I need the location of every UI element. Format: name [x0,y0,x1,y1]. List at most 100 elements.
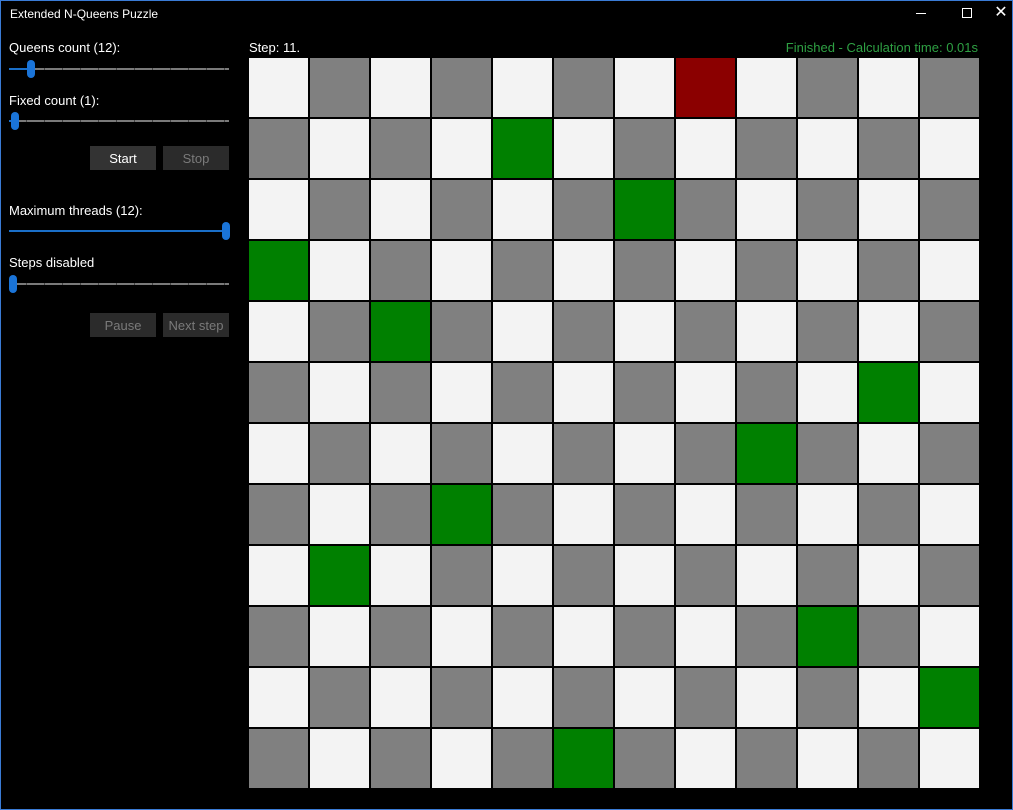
fixed-queen-cell[interactable] [675,57,736,118]
board-cell[interactable] [919,484,980,545]
board-cell[interactable] [675,667,736,728]
queen-cell[interactable] [370,301,431,362]
board-cell[interactable] [919,301,980,362]
board-cell[interactable] [614,484,675,545]
board-cell[interactable] [675,362,736,423]
board-cell[interactable] [919,606,980,667]
board-cell[interactable] [431,362,492,423]
board-cell[interactable] [675,301,736,362]
slider-thumb[interactable] [27,60,35,78]
board-cell[interactable] [492,301,553,362]
board-cell[interactable] [614,728,675,789]
board-cell[interactable] [736,57,797,118]
board-cell[interactable] [797,484,858,545]
board-cell[interactable] [675,179,736,240]
board-cell[interactable] [248,667,309,728]
board-cell[interactable] [370,57,431,118]
queen-cell[interactable] [248,240,309,301]
board-cell[interactable] [553,57,614,118]
board-cell[interactable] [858,57,919,118]
board-cell[interactable] [248,423,309,484]
board-cell[interactable] [553,301,614,362]
board-cell[interactable] [614,240,675,301]
queen-cell[interactable] [797,606,858,667]
board-cell[interactable] [553,606,614,667]
board-cell[interactable] [431,57,492,118]
board-cell[interactable] [919,57,980,118]
board-cell[interactable] [553,423,614,484]
board-cell[interactable] [309,301,370,362]
board-cell[interactable] [309,667,370,728]
board-cell[interactable] [797,179,858,240]
board-cell[interactable] [309,362,370,423]
slider-thumb[interactable] [222,222,230,240]
board-cell[interactable] [370,728,431,789]
board-cell[interactable] [492,667,553,728]
slider-thumb[interactable] [9,275,17,293]
board-cell[interactable] [736,240,797,301]
board-cell[interactable] [858,240,919,301]
board-cell[interactable] [370,484,431,545]
queen-cell[interactable] [919,667,980,728]
queen-cell[interactable] [858,362,919,423]
board-cell[interactable] [309,179,370,240]
board-cell[interactable] [492,362,553,423]
board-cell[interactable] [248,301,309,362]
board-cell[interactable] [858,545,919,606]
board-cell[interactable] [309,240,370,301]
board-cell[interactable] [553,362,614,423]
start-button[interactable]: Start [90,146,156,170]
board-cell[interactable] [797,240,858,301]
board-cell[interactable] [248,728,309,789]
board-cell[interactable] [553,484,614,545]
board-cell[interactable] [675,240,736,301]
board-cell[interactable] [492,606,553,667]
minimize-button[interactable] [898,1,944,25]
board-cell[interactable] [614,118,675,179]
board-cell[interactable] [370,179,431,240]
board-cell[interactable] [614,545,675,606]
board-cell[interactable] [370,606,431,667]
board-cell[interactable] [492,240,553,301]
board-cell[interactable] [797,667,858,728]
board-cell[interactable] [248,118,309,179]
board-cell[interactable] [614,362,675,423]
queen-cell[interactable] [309,545,370,606]
fixed-count-slider[interactable] [9,111,229,131]
board-cell[interactable] [370,118,431,179]
board-cell[interactable] [919,179,980,240]
board-cell[interactable] [858,667,919,728]
board-cell[interactable] [675,484,736,545]
board-cell[interactable] [492,728,553,789]
board-cell[interactable] [614,57,675,118]
board-cell[interactable] [858,484,919,545]
board-cell[interactable] [919,362,980,423]
board-cell[interactable] [309,606,370,667]
maximize-button[interactable] [944,1,990,25]
board-cell[interactable] [858,118,919,179]
title-bar[interactable]: Extended N-Queens Puzzle ✕ [1,1,1012,25]
board-cell[interactable] [736,301,797,362]
board-cell[interactable] [370,667,431,728]
board-cell[interactable] [858,423,919,484]
board-cell[interactable] [553,240,614,301]
board-cell[interactable] [614,606,675,667]
board-cell[interactable] [370,423,431,484]
board-cell[interactable] [858,728,919,789]
board-cell[interactable] [309,118,370,179]
board-cell[interactable] [736,667,797,728]
board-cell[interactable] [919,545,980,606]
board-cell[interactable] [797,728,858,789]
board-cell[interactable] [309,484,370,545]
board-cell[interactable] [919,728,980,789]
board-cell[interactable] [614,301,675,362]
slider-thumb[interactable] [11,112,19,130]
board-cell[interactable] [248,362,309,423]
stop-button[interactable]: Stop [163,146,229,170]
board-cell[interactable] [431,301,492,362]
board-cell[interactable] [431,606,492,667]
queen-cell[interactable] [553,728,614,789]
board-cell[interactable] [736,118,797,179]
board-cell[interactable] [370,240,431,301]
board-cell[interactable] [919,423,980,484]
